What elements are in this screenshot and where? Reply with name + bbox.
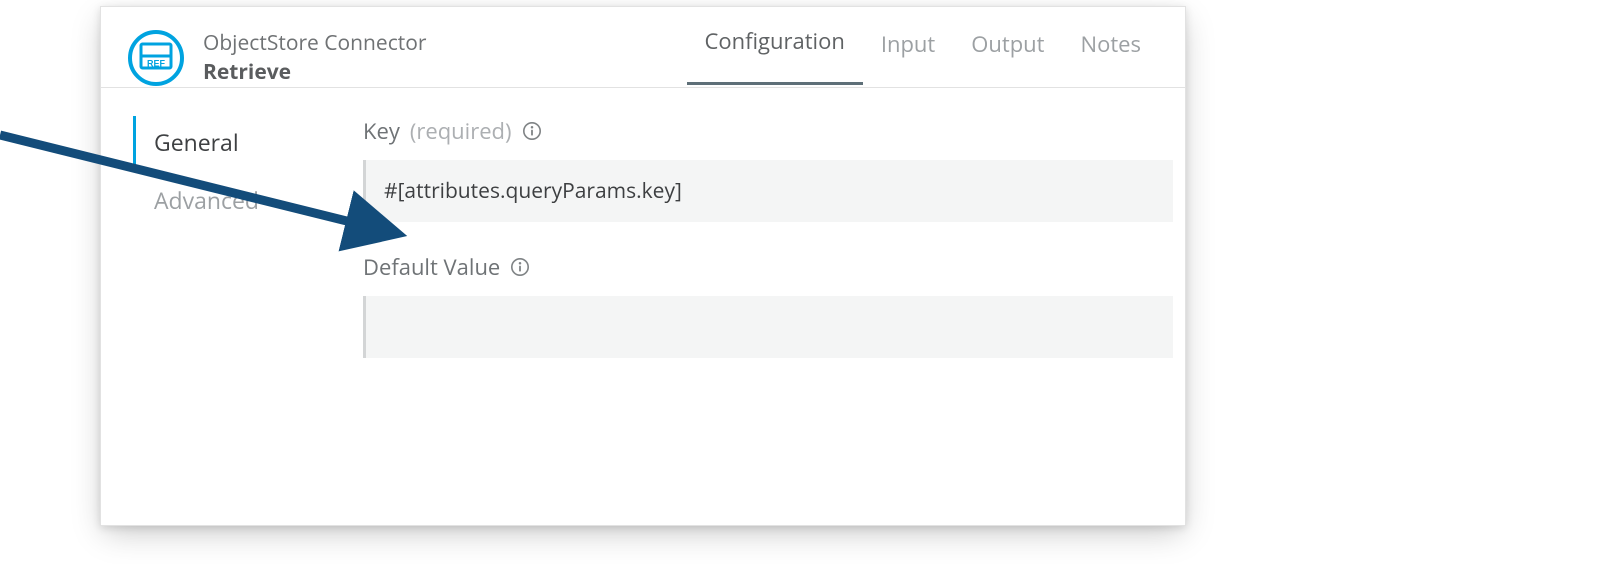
component-type: ObjectStore Connector xyxy=(203,31,426,56)
tab-output[interactable]: Output xyxy=(953,29,1062,85)
object-store-ref-icon: REF xyxy=(127,29,185,87)
field-default-value: Default Value xyxy=(363,252,1173,358)
connector-config-panel: REF ObjectStore Connector Retrieve Confi… xyxy=(100,6,1186,526)
info-icon[interactable] xyxy=(510,257,530,277)
field-default-value-label-row: Default Value xyxy=(363,252,1173,282)
field-default-value-label: Default Value xyxy=(363,252,500,282)
tab-bar: Configuration Input Output Notes xyxy=(687,25,1160,84)
info-icon[interactable] xyxy=(522,121,542,141)
field-key-required-hint: (required) xyxy=(410,116,512,146)
panel-body: General Advanced Key (required) xyxy=(101,88,1185,388)
panel-header: REF ObjectStore Connector Retrieve Confi… xyxy=(101,7,1185,88)
tab-input[interactable]: Input xyxy=(863,29,953,85)
tab-configuration[interactable]: Configuration xyxy=(687,26,863,85)
sidenav-item-general[interactable]: General xyxy=(133,116,351,168)
sidenav-item-advanced[interactable]: Advanced xyxy=(133,174,351,226)
field-key-label-row: Key (required) xyxy=(363,116,1173,146)
side-nav: General Advanced xyxy=(101,116,363,388)
component-operation: Retrieve xyxy=(203,58,426,86)
field-key-label: Key xyxy=(363,116,400,146)
default-value-input[interactable] xyxy=(363,296,1173,358)
svg-text:REF: REF xyxy=(147,59,166,69)
component-titles: ObjectStore Connector Retrieve xyxy=(203,25,426,86)
field-key: Key (required) xyxy=(363,116,1173,222)
tab-notes[interactable]: Notes xyxy=(1063,29,1159,85)
fields-container: Key (required) Default Value xyxy=(363,116,1185,388)
key-input[interactable] xyxy=(363,160,1173,222)
